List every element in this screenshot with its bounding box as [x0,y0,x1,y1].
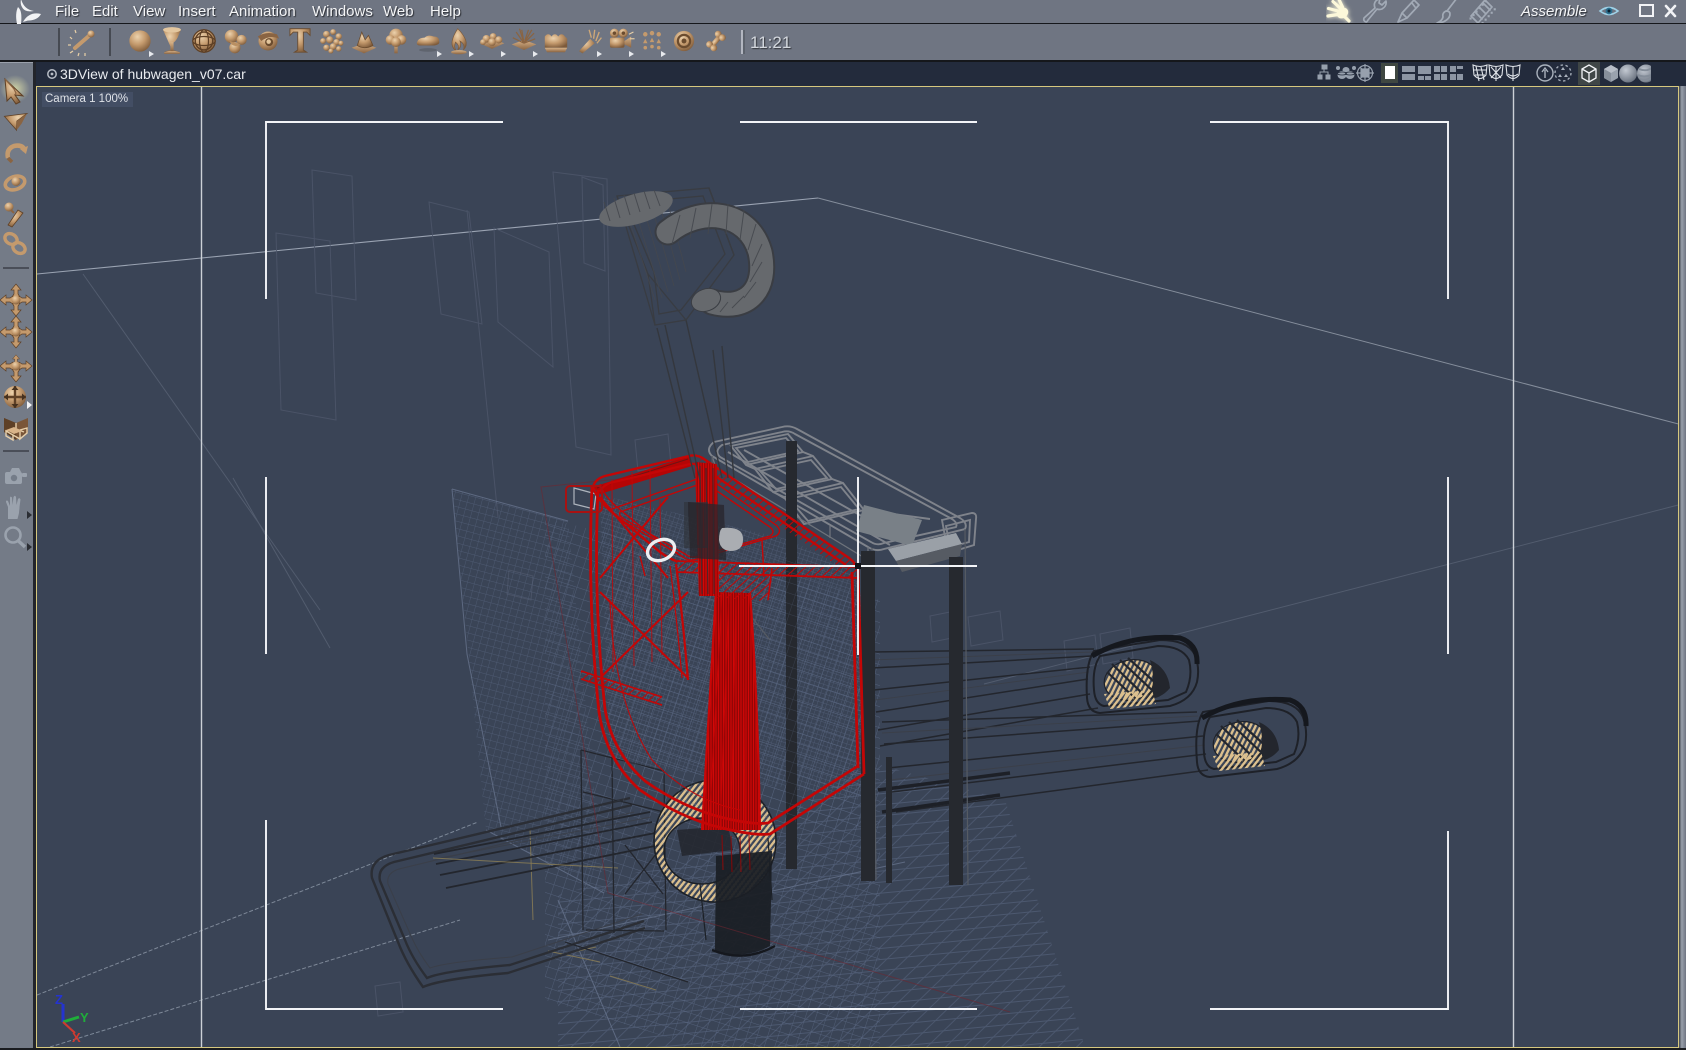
svg-text:11:21: 11:21 [750,33,791,52]
svg-text:Z: Z [55,992,63,1007]
svg-text:X: X [72,1030,81,1045]
svg-text:Y: Y [80,1010,89,1025]
